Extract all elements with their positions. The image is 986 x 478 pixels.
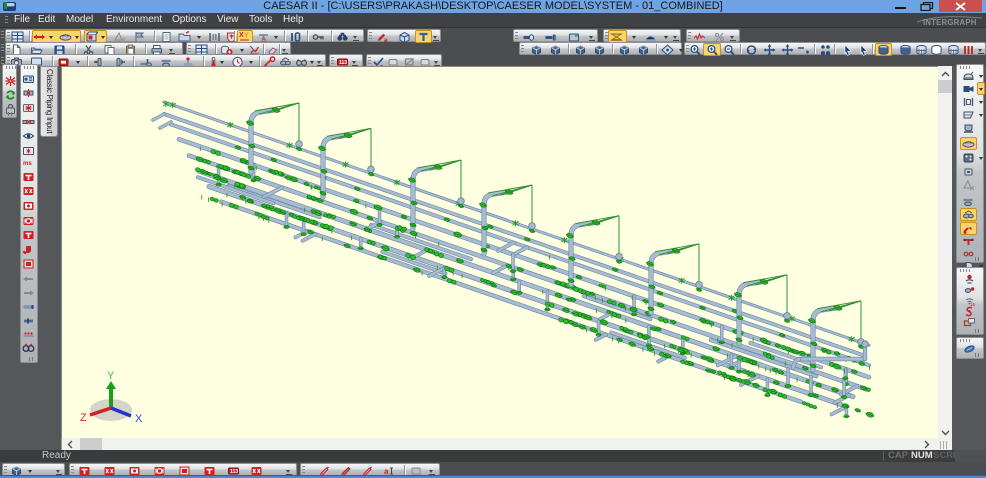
svg-text:Y: Y [244,33,249,40]
svg-text:INTERGRAPH: INTERGRAPH [923,18,977,27]
svg-text:ms: ms [23,161,32,167]
svg-text:X: X [135,413,143,425]
svg-text:a: a [384,37,388,43]
svg-text:Z: Z [80,412,87,424]
svg-text:Y: Y [107,370,115,382]
